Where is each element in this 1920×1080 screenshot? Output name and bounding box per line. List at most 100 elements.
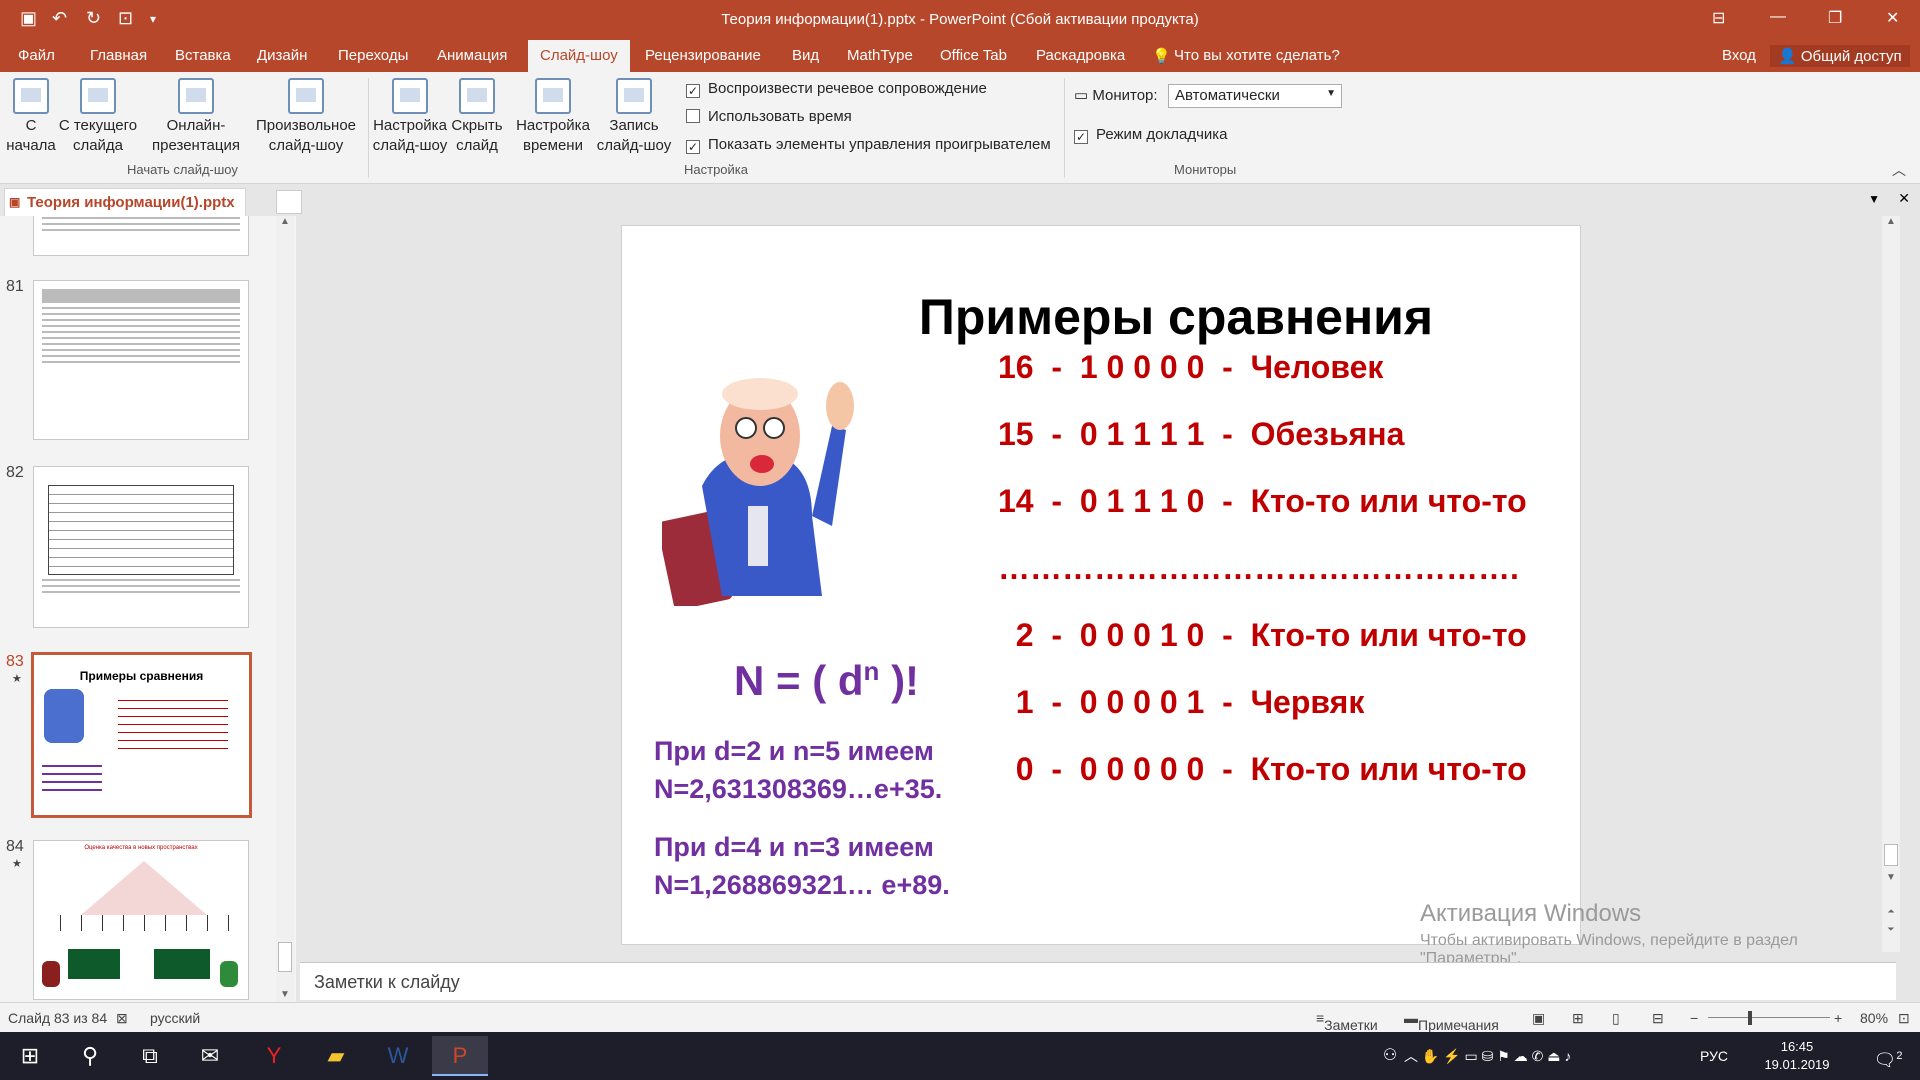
spellcheck-icon[interactable]: ⊠ [116,1010,128,1027]
system-tray-icons[interactable]: ︿ ✋ ⚡ ▭ ⛁ ⚑ ☁ ✆ ⏏ ♪ [1404,1036,1684,1076]
search-icon[interactable]: ⚲ [62,1036,118,1076]
tab-storyboard[interactable]: Раскадровка [1036,47,1125,64]
example-1[interactable]: При d=2 и n=5 имеем N=2,631308369…e+35. [654,732,942,808]
minimize-button[interactable]: — [1770,8,1786,26]
share-button[interactable]: 👤 Общий доступ [1770,45,1910,67]
mail-icon[interactable]: ✉ [182,1036,238,1076]
online-presentation-button[interactable]: Онлайн-презентация [146,78,246,156]
next-slide-icon[interactable]: ⏷ [1882,924,1900,935]
example-2[interactable]: При d=4 и n=3 имеем N=1,268869321… e+89. [654,828,950,904]
file-explorer-icon[interactable]: ▰ [308,1036,364,1076]
slide-canvas[interactable]: Примеры сравнения 16 - 1 0 0 0 0 - Челов… [621,225,1581,945]
formula[interactable]: N = ( dn )! [734,656,919,705]
collapse-ribbon-icon[interactable]: ︿ [1892,160,1906,180]
previous-slide-icon[interactable]: ⏶ [1882,906,1900,917]
zoom-slider-thumb[interactable] [1748,1011,1752,1025]
document-tab-label: Теория информации(1).pptx [27,194,235,211]
tab-transitions[interactable]: Переходы [338,47,408,64]
comparison-row[interactable]: 15 - 0 1 1 1 1 - Обезьяна [998,416,1404,453]
document-tab[interactable]: ▣ Теория информации(1).pptx [4,188,246,216]
tab-design[interactable]: Дизайн [257,47,307,64]
slide-title[interactable]: Примеры сравнения [622,288,1580,346]
maximize-button[interactable]: ❐ [1828,8,1842,28]
powerpoint-icon[interactable]: P [432,1036,488,1076]
monitor-dropdown[interactable]: Автоматически ▼ [1168,84,1342,108]
tab-view[interactable]: Вид [792,47,819,64]
professor-illustration [662,378,854,606]
comparison-row[interactable]: 14 - 0 1 1 1 0 - Кто-то или что-то [998,483,1527,520]
scroll-down-icon[interactable]: ▼ [1882,872,1900,883]
zoom-slider[interactable] [1708,1017,1830,1018]
slide-thumbnail-82[interactable] [33,466,249,628]
comparison-row[interactable]: 0 - 0 0 0 0 0 - Кто-то или что-то [998,751,1527,788]
tab-mathtype[interactable]: MathType [847,47,913,64]
thumbnail-rows [118,693,228,756]
zoom-out-button[interactable]: − [1690,1010,1698,1026]
from-beginning-button[interactable]: С начала [6,78,56,156]
sign-in-link[interactable]: Вход [1722,47,1756,64]
comments-button[interactable]: ▬ Примечания [1404,1010,1499,1033]
zoom-in-button[interactable]: + [1834,1010,1842,1026]
scrollbar-thumb[interactable] [1884,844,1898,866]
zoom-level[interactable]: 80% [1860,1010,1888,1026]
tab-office-tab[interactable]: Office Tab [940,47,1007,64]
yandex-browser-icon[interactable]: Y [246,1036,302,1076]
comparison-row[interactable]: 2 - 0 0 0 1 0 - Кто-то или что-то [998,617,1527,654]
play-narrations-checkbox[interactable]: ✓ Воспроизвести речевое сопровождение [686,80,987,98]
scroll-up-icon[interactable]: ▲ [1882,216,1900,227]
tab-insert[interactable]: Вставка [175,47,231,64]
windows-start-icon[interactable]: ⊞ [2,1036,58,1076]
slideshow-view-icon[interactable]: ⊟ [1652,1010,1664,1027]
new-tab-button[interactable] [276,190,302,214]
tab-home[interactable]: Главная [90,47,147,64]
scroll-up-icon[interactable]: ▲ [276,216,294,227]
title-bar: ▣ ↶ ↻ ⊡ ▾ Теория информации(1).pptx - Po… [0,0,1920,40]
notes-pane[interactable]: Заметки к слайду [300,962,1896,1000]
slide-sorter-icon[interactable]: ⊞ [1572,1010,1584,1027]
close-button[interactable]: ✕ [1886,8,1899,28]
tab-list-icon[interactable]: ▼ [1868,192,1880,206]
use-timings-checkbox[interactable]: Использовать время [686,108,852,125]
formula-base: N = ( d [734,657,864,704]
scrollbar-thumb[interactable] [278,942,292,972]
tab-file[interactable]: Файл [18,47,55,64]
group-label-start: Начать слайд-шоу [127,162,238,177]
notes-button[interactable]: ≡ Заметки [1316,1010,1378,1033]
slide-thumbnail-80[interactable] [33,216,249,256]
ellipsis-row[interactable]: …………………………………………. [998,550,1519,587]
setup-show-button[interactable]: Настройка слайд-шоу [372,78,448,156]
task-view-icon[interactable]: ⧉ [122,1036,178,1076]
clock[interactable]: 16:45 19.01.2019 [1752,1038,1842,1078]
reading-view-icon[interactable]: ▯ [1612,1010,1620,1027]
comparison-row[interactable]: 1 - 0 0 0 0 1 - Червяк [998,684,1365,721]
record-show-button[interactable]: Запись слайд-шоу [596,78,672,156]
tab-animations[interactable]: Анимация [437,47,507,64]
ribbon-display-icon[interactable]: ⊟ [1712,8,1725,28]
notification-center-icon[interactable]: 🗨2 [1860,1036,1916,1076]
custom-show-button[interactable]: Произвольное слайд-шоу [252,78,360,156]
from-current-button[interactable]: С текущего слайда [58,78,138,156]
close-tab-icon[interactable]: ✕ [1898,190,1910,207]
rehearse-timings-button[interactable]: Настройка времени [512,78,594,156]
presenter-view-checkbox[interactable]: ✓ Режим докладчика [1074,126,1228,144]
hide-slide-button[interactable]: Скрыть слайд [450,78,504,156]
slide-thumbnail-83[interactable]: Примеры сравнения [31,652,252,818]
fit-to-window-icon[interactable]: ⊡ [1898,1010,1910,1027]
editor-scrollbar[interactable]: ▲ ▼ ⏶ ⏷ [1882,216,1900,952]
normal-view-icon[interactable]: ▣ [1532,1010,1545,1027]
tab-review[interactable]: Рецензирование [645,47,761,64]
tell-me-search[interactable]: Что вы хотите сделать? [1174,47,1340,64]
word-icon[interactable]: W [370,1036,426,1076]
setup-icon [392,78,428,114]
thumbnails-scrollbar[interactable]: ▲ ▼ [276,216,294,1002]
slide-number: 81 [6,278,24,295]
windows-activation-watermark: Активация Windows Чтобы активировать Win… [1420,900,1860,968]
show-media-controls-checkbox[interactable]: ✓ Показать элементы управления проигрыват… [686,136,1051,154]
slide-thumbnail-84[interactable]: Оценка качества в новых пространствах [33,840,249,1000]
scroll-down-icon[interactable]: ▼ [276,989,294,1000]
input-language[interactable]: РУС [1686,1036,1742,1076]
language-indicator[interactable]: русский [150,1010,200,1026]
comparison-row[interactable]: 16 - 1 0 0 0 0 - Человек [998,349,1383,386]
tab-slideshow[interactable]: Слайд-шоу [528,40,630,72]
slide-thumbnail-81[interactable] [33,280,249,440]
